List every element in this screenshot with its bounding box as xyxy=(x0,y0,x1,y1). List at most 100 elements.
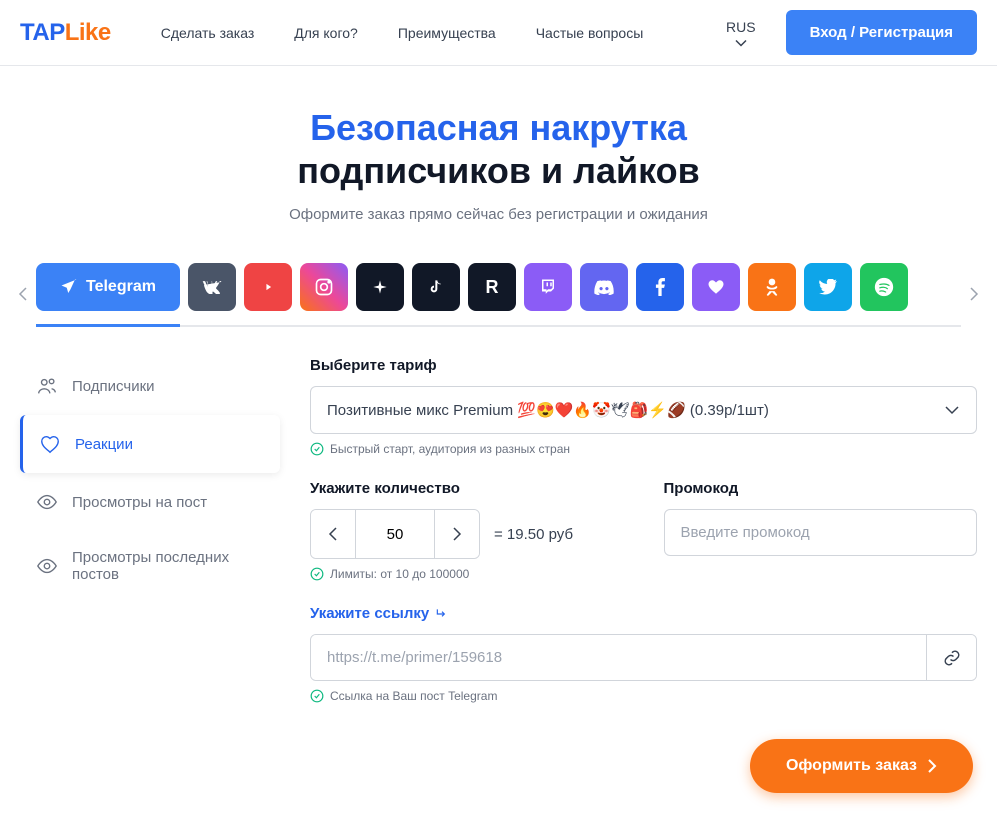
link-label: Укажите ссылку xyxy=(310,605,977,622)
sidebar-item-label: Просмотры на пост xyxy=(72,494,207,511)
platform-ok[interactable] xyxy=(748,263,796,311)
qty-increment-button[interactable] xyxy=(435,510,479,558)
platform-facebook[interactable] xyxy=(636,263,684,311)
tariff-select[interactable]: Позитивные микс Premium 💯😍❤️🔥🤡🕊🎒⚡🏈 (0.39… xyxy=(310,386,977,434)
qty-input[interactable] xyxy=(355,510,435,558)
chevron-left-icon xyxy=(328,526,338,542)
twitch-icon xyxy=(539,278,557,296)
hero-title-1: Безопасная накрутка xyxy=(20,106,977,149)
link-copy-button[interactable] xyxy=(926,635,976,680)
sidebar-item-label: Подписчики xyxy=(72,378,155,395)
platform-youtube[interactable] xyxy=(244,263,292,311)
platform-twitter[interactable] xyxy=(804,263,852,311)
platform-list: Telegram R xyxy=(36,263,961,327)
sidebar-item-label: Реакции xyxy=(75,436,133,453)
check-circle-icon xyxy=(310,567,324,581)
order-form: Выберите тариф Позитивные микс Premium 💯… xyxy=(310,357,977,703)
platform-vk[interactable] xyxy=(188,263,236,311)
corner-arrow-icon xyxy=(435,607,449,621)
link-icon xyxy=(943,649,961,667)
sidebar-item-views-post[interactable]: Просмотры на пост xyxy=(20,473,280,531)
logo-tap: TAP xyxy=(20,19,65,46)
main-nav: Сделать заказ Для кого? Преимущества Час… xyxy=(161,25,696,41)
nav-for-whom[interactable]: Для кого? xyxy=(294,25,358,41)
platform-active-label: Telegram xyxy=(86,278,156,296)
nav-faq[interactable]: Частые вопросы xyxy=(536,25,644,41)
eye-icon xyxy=(36,491,58,513)
instagram-icon xyxy=(314,277,334,297)
users-icon xyxy=(36,375,58,397)
login-button[interactable]: Вход / Регистрация xyxy=(786,10,977,55)
platform-likee[interactable] xyxy=(692,263,740,311)
link-input-group xyxy=(310,634,977,681)
carousel-prev-button[interactable] xyxy=(10,278,36,313)
facebook-icon xyxy=(655,278,665,296)
nav-benefits[interactable]: Преимущества xyxy=(398,25,496,41)
hero-section: Безопасная накрутка подписчиков и лайков… xyxy=(0,66,997,243)
main-content: Подписчики Реакции Просмотры на пост Про… xyxy=(0,327,997,703)
r-icon: R xyxy=(485,277,498,298)
vk-icon xyxy=(202,280,222,294)
header: TAPLike Сделать заказ Для кого? Преимуще… xyxy=(0,0,997,66)
heart-icon xyxy=(39,433,61,455)
eye-icon xyxy=(36,555,58,577)
link-label-text: Укажите ссылку xyxy=(310,605,429,622)
sidebar-item-views-recent[interactable]: Просмотры последних постов xyxy=(20,531,280,601)
sidebar-item-reactions[interactable]: Реакции xyxy=(20,415,280,473)
hint-text: Лимиты: от 10 до 100000 xyxy=(330,567,469,581)
tariff-label: Выберите тариф xyxy=(310,357,977,374)
chevron-right-icon xyxy=(452,526,462,542)
platform-telegram[interactable]: Telegram xyxy=(36,263,180,311)
hero-subtitle: Оформите заказ прямо сейчас без регистра… xyxy=(20,206,977,223)
submit-label: Оформить заказ xyxy=(786,757,917,775)
hero-title-2: подписчиков и лайков xyxy=(20,149,977,192)
tariff-hint: Быстрый старт, аудитория из разных стран xyxy=(310,442,977,456)
chevron-down-icon xyxy=(735,39,747,47)
submit-button[interactable]: Оформить заказ xyxy=(750,739,973,793)
promo-input[interactable] xyxy=(664,509,978,556)
platform-twitch[interactable] xyxy=(524,263,572,311)
likee-icon xyxy=(707,278,725,296)
sidebar: Подписчики Реакции Просмотры на пост Про… xyxy=(20,357,280,703)
check-circle-icon xyxy=(310,442,324,456)
platform-tiktok[interactable] xyxy=(412,263,460,311)
qty-label: Укажите количество xyxy=(310,480,624,497)
logo-like: Like xyxy=(65,19,111,46)
qty-hint: Лимиты: от 10 до 100000 xyxy=(310,567,624,581)
chevron-down-icon xyxy=(944,405,960,415)
chevron-right-icon xyxy=(969,286,979,302)
platform-r[interactable]: R xyxy=(468,263,516,311)
check-circle-icon xyxy=(310,689,324,703)
platform-instagram[interactable] xyxy=(300,263,348,311)
link-hint: Ссылка на Ваш пост Telegram xyxy=(310,689,977,703)
platform-carousel: Telegram R xyxy=(0,243,997,327)
language-selector[interactable]: RUS xyxy=(726,19,756,47)
youtube-icon xyxy=(258,280,278,294)
chevron-right-icon xyxy=(927,758,937,774)
link-input[interactable] xyxy=(311,635,926,680)
hint-text: Ссылка на Ваш пост Telegram xyxy=(330,689,497,703)
language-label: RUS xyxy=(726,19,756,35)
price-display: = 19.50 руб xyxy=(494,526,573,543)
tariff-value: Позитивные микс Premium 💯😍❤️🔥🤡🕊🎒⚡🏈 (0.39… xyxy=(327,401,769,419)
hint-text: Быстрый старт, аудитория из разных стран xyxy=(330,442,570,456)
spotify-icon xyxy=(874,277,894,297)
discord-icon xyxy=(594,279,614,295)
platform-spotify[interactable] xyxy=(860,263,908,311)
platform-sparkle[interactable] xyxy=(356,263,404,311)
sparkle-icon xyxy=(372,279,388,295)
promo-label: Промокод xyxy=(664,480,978,497)
ok-icon xyxy=(765,277,779,297)
logo[interactable]: TAPLike xyxy=(20,19,111,47)
qty-decrement-button[interactable] xyxy=(311,510,355,558)
nav-order[interactable]: Сделать заказ xyxy=(161,25,255,41)
tiktok-icon xyxy=(428,278,444,296)
quantity-stepper xyxy=(310,509,480,559)
platform-discord[interactable] xyxy=(580,263,628,311)
sidebar-item-label: Просмотры последних постов xyxy=(72,549,264,583)
chevron-left-icon xyxy=(18,286,28,302)
carousel-next-button[interactable] xyxy=(961,278,987,313)
telegram-icon xyxy=(60,278,78,296)
sidebar-item-subscribers[interactable]: Подписчики xyxy=(20,357,280,415)
twitter-icon xyxy=(819,279,837,295)
